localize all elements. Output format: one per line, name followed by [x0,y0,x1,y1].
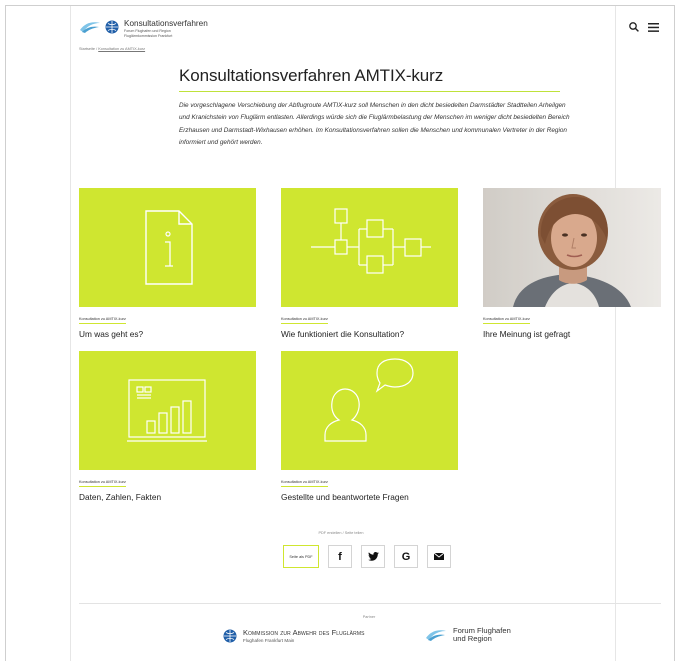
card-ihre-meinung[interactable]: Konsultation zu AMTIX-kurz Ihre Meinung … [483,188,661,339]
site-logo[interactable]: Konsultationsverfahren Forum Flughafen u… [79,19,208,39]
card-title[interactable]: Um was geht es? [79,329,256,339]
logo-subtitle-2: Fluglärmkommission Frankfurt [124,34,173,39]
pdf-button[interactable]: Seite als PDF [283,545,319,568]
card-kicker: Konsultation zu AMTIX-kurz [281,480,328,487]
breadcrumb-separator: / [96,47,98,51]
logo-title: Konsultationsverfahren [124,19,208,28]
envelope-icon [434,553,444,560]
card-kicker: Konsultation zu AMTIX-kurz [79,317,126,324]
partner2-title-line2: und Region [453,633,492,643]
globe-logo-icon [105,20,119,34]
twitter-icon [367,552,379,561]
google-share-button[interactable]: G [394,545,418,568]
card-title[interactable]: Daten, Zahlen, Fakten [79,492,256,502]
search-icon[interactable] [629,22,639,32]
hamburger-menu-icon[interactable] [648,22,659,32]
card-tile[interactable] [79,351,256,470]
breadcrumb: Startseite / Konsultation zu AMTIX-kurz [79,47,145,51]
card-tile[interactable] [281,351,458,470]
intro-text: Die vorgeschlagene Verschiebung der Abfl… [179,102,570,147]
plane-swoosh-icon [80,22,100,33]
facebook-share-button[interactable]: f [328,545,352,568]
card-wie-funktioniert[interactable]: Konsultation zu AMTIX-kurz Wie funktioni… [281,188,458,339]
bar-chart-icon [127,379,207,442]
card-daten-zahlen[interactable]: Konsultation zu AMTIX-kurz Daten, Zahlen… [79,351,256,502]
woman-photo[interactable] [483,188,661,307]
partner-kommission-link[interactable]: Kommission zur Abwehr des Fluglärms Flug… [223,628,365,643]
page-title: Konsultationsverfahren AMTIX-kurz [179,66,444,85]
share-buttons: Seite als PDF f G [283,545,451,568]
card-kicker: Konsultation zu AMTIX-kurz [79,480,126,487]
card-kicker: Konsultation zu AMTIX-kurz [281,317,328,324]
kommission-logo-icon [223,629,237,642]
card-title[interactable]: Wie funktioniert die Konsultation? [281,329,458,339]
google-icon: G [401,550,411,563]
share-label: PDF erstellen / Seite teilen [318,531,364,535]
card-um-was-geht-es[interactable]: Konsultation zu AMTIX-kurz Um was geht e… [79,188,256,339]
logo-subtitle-1: Forum Flughafen und Region [124,29,171,34]
breadcrumb-current[interactable]: Konsultation zu AMTIX-kurz [98,47,145,51]
card-tile[interactable] [281,188,458,307]
card-gestellte-fragen[interactable]: Konsultation zu AMTIX-kurz Gestellte und… [281,351,458,502]
partner1-title: Kommission zur Abwehr des Fluglärms [243,628,365,637]
flowchart-icon [311,208,431,274]
card-kicker: Konsultation zu AMTIX-kurz [483,317,530,324]
breadcrumb-home[interactable]: Startseite [79,47,95,51]
document-info-icon [145,210,193,285]
card-title[interactable]: Ihre Meinung ist gefragt [483,329,660,339]
card-title[interactable]: Gestellte und beantwortete Fragen [281,492,458,502]
twitter-share-button[interactable] [361,545,385,568]
card-tile[interactable] [79,188,256,307]
partner-forum-link[interactable]: Forum Flughafen und Region [425,627,511,643]
person-speech-bubble-icon [324,358,414,442]
facebook-icon: f [338,550,342,563]
forum-plane-logo-icon [426,630,446,641]
footer-divider [79,603,661,604]
partner-label: Partner [362,615,376,619]
partner1-subtitle: Flughafen Frankfurt Main [243,638,295,643]
email-share-button[interactable] [427,545,451,568]
title-underline [179,91,560,92]
